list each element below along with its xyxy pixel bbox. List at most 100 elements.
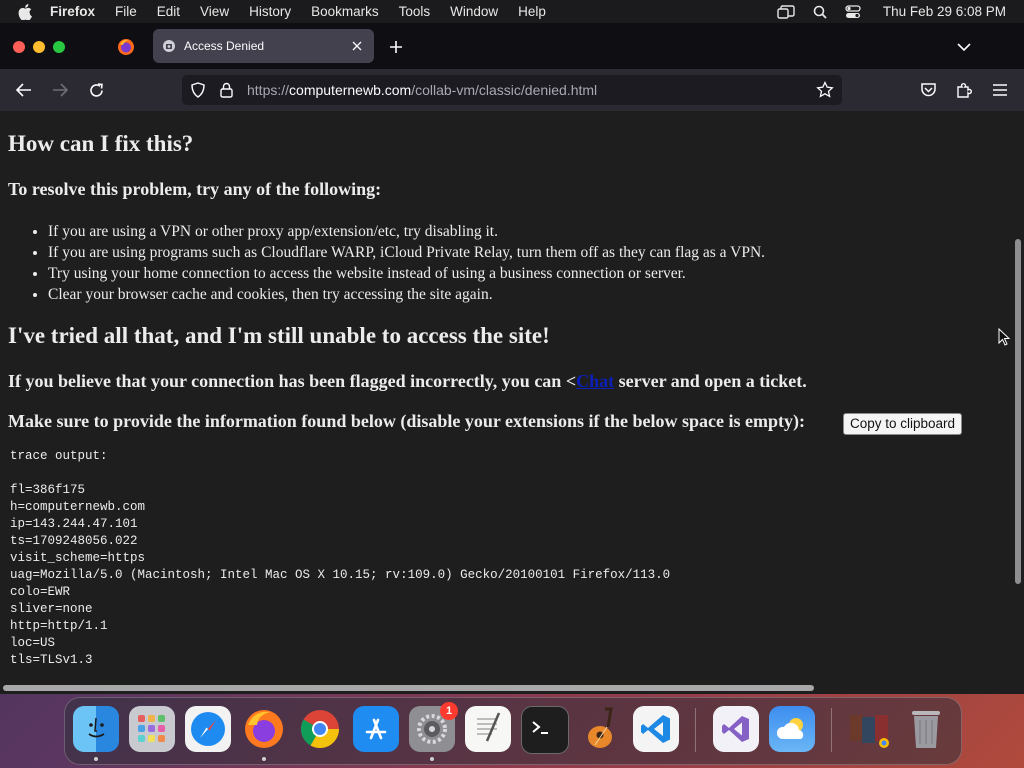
finder-icon[interactable] <box>73 706 119 752</box>
trace-line: ip=143.244.47.101 <box>10 517 138 531</box>
menu-bookmarks[interactable]: Bookmarks <box>311 4 379 19</box>
terminal-icon[interactable] <box>521 706 569 754</box>
trash-icon[interactable] <box>903 706 949 752</box>
menu-bar: Firefox File Edit View History Bookmarks… <box>0 0 1024 23</box>
firefox-view-icon <box>118 39 134 55</box>
forward-arrow-icon <box>53 83 68 97</box>
chrome-icon[interactable] <box>297 706 343 752</box>
plus-icon <box>390 41 402 53</box>
tab-bar: Access Denied <box>0 23 1024 69</box>
control-center-icon[interactable] <box>845 4 861 19</box>
weather-icon[interactable] <box>769 706 815 752</box>
finder-running-indicator <box>94 757 98 761</box>
trace-line: ts=1709248056.022 <box>10 534 138 548</box>
tab-title: Access Denied <box>184 39 265 53</box>
screen-mirroring-icon[interactable] <box>777 4 795 19</box>
reload-button[interactable] <box>85 80 107 100</box>
flagged-paragraph: If you believe that your connection has … <box>8 371 807 392</box>
tracking-protection-icon[interactable] <box>190 82 206 98</box>
close-tab-icon[interactable] <box>349 38 365 54</box>
trace-line: visit_scheme=https <box>10 551 146 565</box>
firefox-icon[interactable] <box>241 706 287 752</box>
trace-line: loc=US <box>10 636 56 650</box>
flagged-text-after: server and open a ticket. <box>614 371 807 391</box>
pocket-button[interactable] <box>919 81 937 99</box>
trace-line: colo=EWR <box>10 585 71 599</box>
zoom-window-button[interactable] <box>53 41 65 53</box>
list-item: If you are using programs such as Cloudf… <box>48 242 765 263</box>
resolve-intro: To resolve this problem, try any of the … <box>8 179 382 199</box>
minimize-window-button[interactable] <box>33 41 45 53</box>
menu-edit[interactable]: Edit <box>157 4 180 19</box>
forward-button[interactable] <box>49 80 71 100</box>
back-button[interactable] <box>13 80 35 100</box>
heading-still-unable: I've tried all that, and I'm still unabl… <box>8 323 550 348</box>
trace-line: fl=386f175 <box>10 483 86 497</box>
launchpad-icon[interactable] <box>129 706 175 752</box>
dock-separator <box>831 708 832 752</box>
trace-line: uag=Mozilla/5.0 (Macintosh; Intel Mac OS… <box>10 568 671 582</box>
heading-how-fix: How can I fix this? <box>8 131 194 156</box>
menu-tools[interactable]: Tools <box>399 4 431 19</box>
trace-line: h=computernewb.com <box>10 500 146 514</box>
page-favicon-icon <box>162 39 176 53</box>
list-item: Try using your home connection to access… <box>48 263 765 284</box>
menu-firefox[interactable]: Firefox <box>50 4 95 19</box>
trace-line: http=http/1.1 <box>10 619 108 633</box>
back-arrow-icon <box>16 83 31 97</box>
url-text[interactable]: https://computernewb.com/collab-vm/class… <box>247 82 816 98</box>
apple-icon[interactable] <box>18 2 36 22</box>
reload-icon <box>89 82 103 97</box>
menu-window[interactable]: Window <box>450 4 498 19</box>
trace-title: trace output: <box>10 449 108 463</box>
list-item: Clear your browser cache and cookies, th… <box>48 284 765 305</box>
vscode-icon[interactable] <box>633 706 679 752</box>
menu-history[interactable]: History <box>249 4 291 19</box>
firefox-running-indicator <box>262 757 266 761</box>
app-menu-button[interactable] <box>991 81 1009 99</box>
menu-clock[interactable]: Thu Feb 29 6:08 PM <box>883 4 1006 19</box>
nav-bar: https://computernewb.com/collab-vm/class… <box>0 69 1024 111</box>
menu-view[interactable]: View <box>200 4 229 19</box>
list-item: If you are using a VPN or other proxy ap… <box>48 221 765 242</box>
visual-studio-icon[interactable] <box>713 706 759 752</box>
trace-line: tls=TLSv1.3 <box>10 653 93 667</box>
trace-output: trace output: fl=386f175 h=computernewb.… <box>10 448 670 669</box>
list-all-tabs-button[interactable] <box>956 39 972 55</box>
bookmark-star-icon[interactable] <box>816 81 834 99</box>
puzzle-piece-icon <box>956 82 972 98</box>
hamburger-menu-icon <box>993 84 1007 96</box>
address-bar[interactable]: https://computernewb.com/collab-vm/class… <box>182 75 842 105</box>
close-window-button[interactable] <box>13 41 25 53</box>
garageband-icon[interactable] <box>577 706 623 752</box>
spotlight-search-icon[interactable] <box>813 5 827 19</box>
extensions-button[interactable] <box>955 81 973 99</box>
pocket-icon <box>920 83 936 97</box>
textedit-icon[interactable] <box>465 706 511 752</box>
downloads-stack-icon[interactable] <box>847 706 893 752</box>
fix-list: If you are using a VPN or other proxy ap… <box>8 221 765 305</box>
url-path: /collab-vm/classic/denied.html <box>411 82 598 98</box>
url-scheme: https:// <box>247 82 290 98</box>
new-tab-button[interactable] <box>386 37 406 57</box>
lock-icon[interactable] <box>220 82 234 98</box>
settings-running-indicator <box>430 757 434 761</box>
menu-file[interactable]: File <box>115 4 137 19</box>
firefox-window: Access Denied https://computernewb.com/c… <box>0 23 1024 694</box>
safari-icon[interactable] <box>185 706 231 752</box>
firefox-view-tab[interactable] <box>112 35 140 59</box>
chat-link[interactable]: Chat <box>576 371 614 391</box>
trace-line: sliver=none <box>10 602 93 616</box>
app-store-icon[interactable] <box>353 706 399 752</box>
vertical-scrollbar[interactable] <box>1015 239 1021 584</box>
settings-notification-badge: 1 <box>440 702 458 720</box>
copy-to-clipboard-button[interactable]: Copy to clipboard <box>843 413 963 435</box>
menu-help[interactable]: Help <box>518 4 546 19</box>
chevron-down-icon <box>957 43 971 52</box>
provide-info-text: Make sure to provide the information fou… <box>8 411 806 431</box>
dock <box>64 697 962 765</box>
horizontal-scrollbar[interactable] <box>3 685 814 691</box>
tab-access-denied[interactable]: Access Denied <box>153 29 374 63</box>
dock-separator <box>695 708 696 752</box>
flagged-text-before: If you believe that your connection has … <box>8 371 577 391</box>
